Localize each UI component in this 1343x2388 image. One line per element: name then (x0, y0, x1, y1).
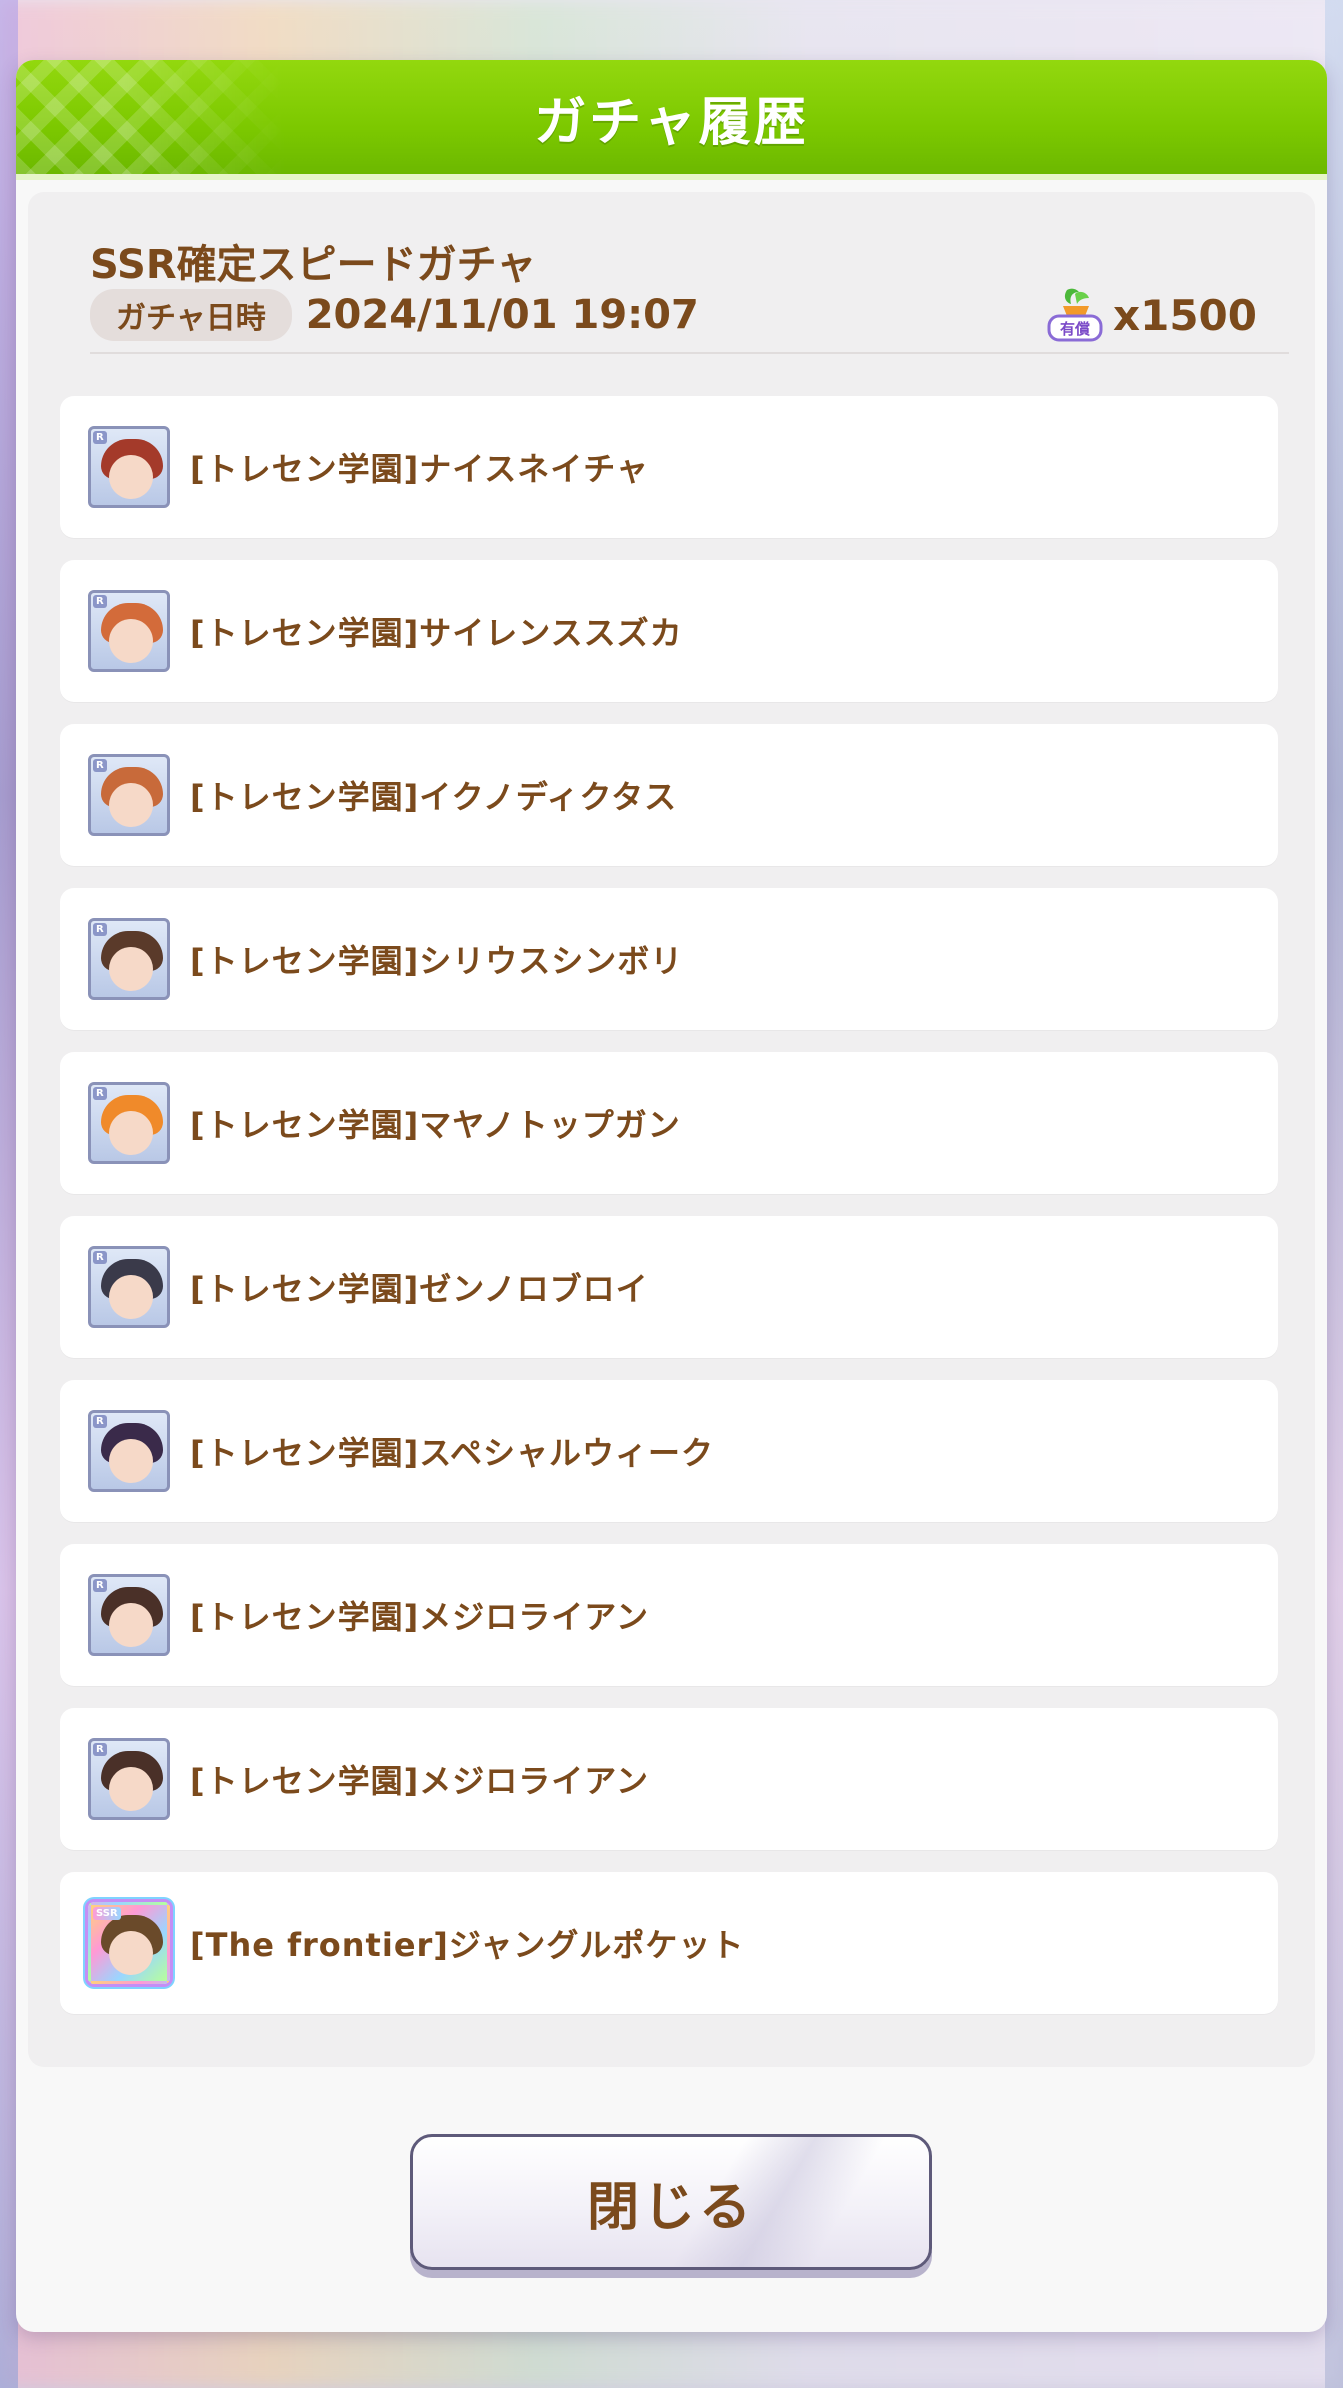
dialog-title: ガチャ履歴 (534, 92, 809, 153)
gacha-cost: 有償 x1500 (1045, 288, 1257, 342)
support-card-icon: R (88, 918, 170, 1000)
result-name: [トレセン学園]メジロライアン (190, 1762, 649, 1800)
rarity-badge: R (93, 1415, 107, 1428)
gacha-date-value: 2024/11/01 19:07 (305, 292, 699, 338)
result-item[interactable]: R [トレセン学園]スペシャルウィーク (60, 1380, 1278, 1522)
result-item[interactable]: R [トレセン学園]ナイスネイチャ (60, 396, 1278, 538)
result-name: [トレセン学園]シリウスシンボリ (190, 942, 684, 980)
card-face (109, 619, 153, 663)
rarity-badge: R (93, 431, 107, 444)
results-list: R [トレセン学園]ナイスネイチャ R [トレセン学園]サイレンススズカ R [… (60, 396, 1278, 2036)
card-face (109, 1439, 153, 1483)
card-face (109, 783, 153, 827)
gacha-date-label: ガチャ日時 (90, 289, 292, 341)
divider (90, 352, 1289, 354)
rarity-badge: R (93, 1579, 107, 1592)
result-name: [トレセン学園]マヤノトップガン (190, 1106, 681, 1144)
rarity-badge: R (93, 923, 107, 936)
cost-badge-text: 有償 (1060, 320, 1091, 338)
dialog-header: ガチャ履歴 (16, 60, 1327, 180)
close-button-label: 閉じる (586, 2177, 755, 2238)
rarity-badge: R (93, 595, 107, 608)
result-item[interactable]: R [トレセン学園]サイレンススズカ (60, 560, 1278, 702)
gacha-name: SSR確定スピードガチャ (90, 242, 537, 288)
support-card-icon: R (88, 590, 170, 672)
card-face (109, 455, 153, 499)
support-card-icon: R (88, 1738, 170, 1820)
result-item[interactable]: R [トレセン学園]シリウスシンボリ (60, 888, 1278, 1030)
card-face (109, 1767, 153, 1811)
result-name: [トレセン学園]ゼンノロブロイ (190, 1270, 649, 1308)
support-card-icon-ssr: SSR (88, 1902, 170, 1984)
carrot-icon: 有償 (1045, 286, 1105, 344)
card-face (109, 1111, 153, 1155)
result-name: [トレセン学園]ナイスネイチャ (190, 450, 649, 488)
rarity-badge: R (93, 1743, 107, 1756)
card-face (109, 1603, 153, 1647)
support-card-icon: R (88, 1082, 170, 1164)
support-card-icon: R (88, 1246, 170, 1328)
gacha-history-dialog: ガチャ履歴 SSR確定スピードガチャ ガチャ日時 2024/11/01 19:0… (16, 60, 1327, 2332)
result-item[interactable]: R [トレセン学園]ゼンノロブロイ (60, 1216, 1278, 1358)
card-face (109, 1931, 153, 1975)
result-name: [トレセン学園]メジロライアン (190, 1598, 649, 1636)
background-right-edge (1325, 0, 1343, 2388)
result-name: [トレセン学園]イクノディクタス (190, 778, 678, 816)
rarity-badge: R (93, 1087, 107, 1100)
rarity-badge: SSR (93, 1907, 121, 1920)
result-name: [The frontier]ジャングルポケット (190, 1926, 745, 1964)
support-card-icon: R (88, 754, 170, 836)
result-item[interactable]: R [トレセン学園]メジロライアン (60, 1708, 1278, 1850)
support-card-icon: R (88, 426, 170, 508)
result-name: [トレセン学園]サイレンススズカ (190, 614, 683, 652)
history-panel: SSR確定スピードガチャ ガチャ日時 2024/11/01 19:07 有償 x… (28, 192, 1315, 2067)
result-item[interactable]: R [トレセン学園]イクノディクタス (60, 724, 1278, 866)
close-button[interactable]: 閉じる (410, 2134, 932, 2270)
rarity-badge: R (93, 759, 107, 772)
gacha-date-row: ガチャ日時 2024/11/01 19:07 (90, 289, 699, 341)
result-item[interactable]: R [トレセン学園]マヤノトップガン (60, 1052, 1278, 1194)
cost-value: x1500 (1113, 290, 1257, 340)
support-card-icon: R (88, 1574, 170, 1656)
result-item[interactable]: R [トレセン学園]メジロライアン (60, 1544, 1278, 1686)
result-item[interactable]: SSR [The frontier]ジャングルポケット (60, 1872, 1278, 2014)
support-card-icon: R (88, 1410, 170, 1492)
result-name: [トレセン学園]スペシャルウィーク (190, 1434, 715, 1472)
rarity-badge: R (93, 1251, 107, 1264)
card-face (109, 947, 153, 991)
card-face (109, 1275, 153, 1319)
